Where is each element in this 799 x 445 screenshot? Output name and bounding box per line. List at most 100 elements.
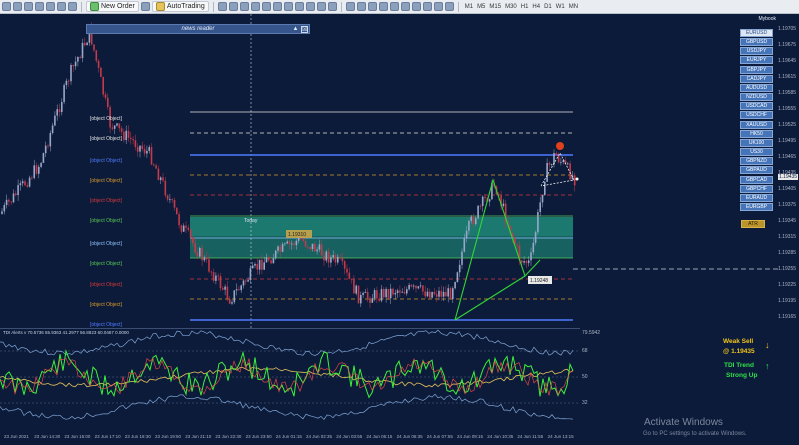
- autotrading-label: AutoTrading: [166, 3, 205, 10]
- candle-body: [224, 286, 226, 290]
- symbol-button-euraud[interactable]: EURAUD: [740, 193, 773, 202]
- symbol-button-eurusd[interactable]: EURUSD: [740, 29, 773, 37]
- autotrading-button[interactable]: AutoTrading: [151, 1, 209, 12]
- candle-body: [125, 130, 127, 141]
- candle-body: [383, 289, 385, 298]
- candle-body: [410, 284, 413, 287]
- tdi-indicator-window[interactable]: [0, 328, 580, 424]
- candle-body: [173, 199, 176, 208]
- text-icon[interactable]: [422, 2, 432, 11]
- terminal-icon[interactable]: [57, 2, 66, 11]
- symbol-button-gbpchf[interactable]: GBPCHF: [740, 184, 773, 193]
- candle-body: [488, 199, 491, 202]
- folder-icon[interactable]: [13, 2, 22, 11]
- candle-body: [84, 42, 86, 46]
- symbol-button-us30[interactable]: US30: [740, 148, 773, 157]
- symbol-button-usdjpy[interactable]: USDJPY: [740, 47, 773, 56]
- current-price-label: 1.19435: [778, 174, 799, 180]
- candle-body: [376, 290, 378, 299]
- indicators-icon[interactable]: [305, 2, 315, 11]
- fibonacci-icon[interactable]: [411, 2, 421, 11]
- candle-body: [256, 264, 259, 270]
- symbol-button-gbpnzd[interactable]: GBPNZD: [740, 157, 773, 166]
- symbol-button-xauusd[interactable]: XAUUSD: [740, 120, 773, 129]
- symbol-button-gbpaud[interactable]: GBPAUD: [740, 166, 773, 175]
- price-chart[interactable]: Today 1.19310 1.19248: [0, 14, 780, 328]
- candle-body: [399, 290, 401, 293]
- close-icon[interactable]: ☒: [301, 26, 308, 33]
- symbol-button-gbpjpy[interactable]: GBPJPY: [740, 65, 773, 74]
- candle-body: [265, 257, 268, 263]
- timeframe-m30[interactable]: M30: [503, 4, 519, 10]
- timeframe-m5[interactable]: M5: [475, 4, 487, 10]
- symbol-button-hk50[interactable]: HK50: [740, 129, 773, 138]
- navigator-icon[interactable]: [46, 2, 55, 11]
- minimize-icon[interactable]: ▲: [292, 26, 299, 33]
- candle-body: [534, 232, 537, 243]
- symbol-button-audusd[interactable]: AUDUSD: [740, 83, 773, 92]
- symbol-button-usdcad[interactable]: USDCAD: [740, 102, 773, 111]
- line-chart-icon[interactable]: [239, 2, 249, 11]
- symbol-button-eurjpy[interactable]: EURJPY: [740, 56, 773, 65]
- crosshair-icon[interactable]: [356, 2, 366, 11]
- arrow-icon[interactable]: [444, 2, 454, 11]
- candle-body: [279, 246, 282, 252]
- symbol-button-eurgbp[interactable]: EURGBP: [740, 202, 773, 211]
- projection-triangle: [540, 152, 575, 187]
- label-icon[interactable]: [433, 2, 443, 11]
- time-label: 23 Jun 18:30: [124, 434, 151, 439]
- chart-shift-icon[interactable]: [294, 2, 304, 11]
- zoom-in-icon[interactable]: [250, 2, 260, 11]
- symbol-button-gbpcad[interactable]: GBPCAD: [740, 175, 773, 184]
- candle-body: [219, 276, 222, 289]
- templates-icon[interactable]: [327, 2, 337, 11]
- candle-body: [19, 183, 22, 186]
- market-watch-icon[interactable]: [35, 2, 44, 11]
- timeframe-mn[interactable]: MN: [567, 4, 580, 10]
- time-label: 24 Jun 13:15: [547, 434, 574, 439]
- arrow-up-icon: ↑: [765, 361, 770, 371]
- price-box-1: 1.19310: [288, 232, 306, 238]
- timeframe-w1[interactable]: W1: [554, 4, 567, 10]
- candle-body: [360, 294, 362, 304]
- periods-icon[interactable]: [316, 2, 326, 11]
- zoom-out-icon[interactable]: [261, 2, 271, 11]
- candle-body: [31, 177, 33, 179]
- profiles-icon[interactable]: [24, 2, 33, 11]
- candle-body: [102, 77, 104, 95]
- tile-icon[interactable]: [272, 2, 282, 11]
- channel-icon[interactable]: [400, 2, 410, 11]
- bar-chart-icon[interactable]: [217, 2, 227, 11]
- new-order-button[interactable]: New Order: [86, 1, 139, 12]
- metaeditor-icon[interactable]: [140, 2, 150, 11]
- symbol-button-nzdusd[interactable]: NZDUSD: [740, 93, 773, 102]
- cursor-icon[interactable]: [345, 2, 355, 11]
- candle-body: [141, 145, 144, 149]
- horizontal-line-icon[interactable]: [378, 2, 388, 11]
- tester-icon[interactable]: [68, 2, 77, 11]
- candle-body: [235, 289, 238, 291]
- candle-body: [61, 102, 63, 113]
- file-icon[interactable]: [2, 2, 11, 11]
- candle-body: [132, 139, 134, 141]
- vertical-line-icon[interactable]: [367, 2, 377, 11]
- autoscroll-icon[interactable]: [283, 2, 293, 11]
- timeframe-h1[interactable]: H1: [519, 4, 531, 10]
- candle-body: [403, 291, 406, 294]
- candle-body: [387, 288, 390, 299]
- atr-button[interactable]: ATR: [741, 220, 765, 228]
- trendline-icon[interactable]: [389, 2, 399, 11]
- timeframe-h4[interactable]: H4: [530, 4, 542, 10]
- symbol-button-usdchf[interactable]: USDCHF: [740, 111, 773, 120]
- candle-body: [120, 128, 123, 132]
- news-reader-panel[interactable]: news reader ▲ ☒: [86, 24, 310, 34]
- time-label: 23 Jun 2021: [4, 434, 29, 439]
- symbol-button-gbpusd[interactable]: GBPUSD: [740, 38, 773, 47]
- timeframe-m15[interactable]: M15: [487, 4, 503, 10]
- timeframe-d1[interactable]: D1: [542, 4, 554, 10]
- symbol-button-cadjpy[interactable]: CADJPY: [740, 74, 773, 83]
- candlestick-icon[interactable]: [228, 2, 238, 11]
- candle-body: [194, 243, 196, 253]
- symbol-button-uk100[interactable]: UK100: [740, 138, 773, 147]
- timeframe-m1[interactable]: M1: [463, 4, 475, 10]
